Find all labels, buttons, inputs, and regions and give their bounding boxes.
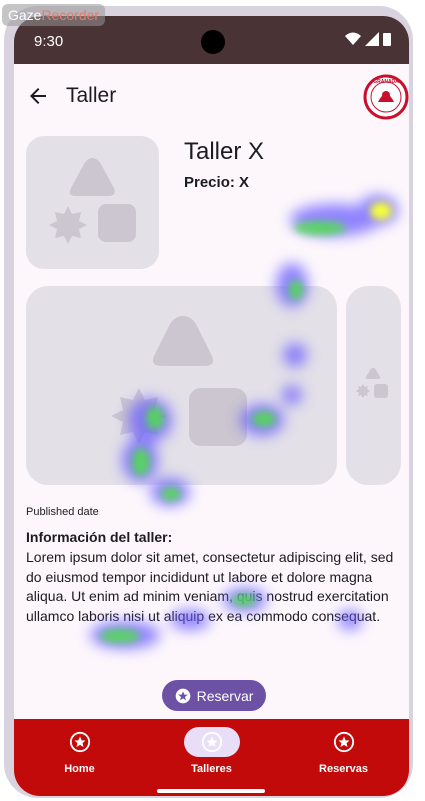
top-app-bar: Taller GRANADA (14, 64, 409, 128)
star-circle-icon (333, 731, 354, 753)
bottom-navigation: Home Talleres Reservas (14, 719, 409, 796)
nav-item-reservas[interactable]: Reservas (278, 719, 409, 796)
status-icons (345, 32, 391, 46)
granada-logo: GRANADA (363, 74, 409, 120)
signal-icon (365, 32, 379, 46)
workshop-name: Taller X (184, 138, 265, 165)
reserve-button-label: Reservar (196, 687, 254, 704)
placeholder-shapes-icon (49, 158, 136, 244)
battery-icon (383, 33, 391, 46)
info-title: Información del taller: (26, 529, 173, 545)
info-body: Lorem ipsum dolor sit amet, consectetur … (26, 549, 394, 624)
workshop-price: Precio: X (184, 174, 250, 191)
camera-cutout (201, 30, 225, 54)
workshop-thumbnail (26, 136, 159, 269)
gaze-recorder-watermark: GazeRecorder (2, 4, 106, 26)
nav-pill-home (52, 727, 108, 757)
nav-pill-talleres (183, 727, 240, 757)
page-title: Taller (66, 84, 117, 107)
image-carousel-item[interactable] (26, 286, 337, 485)
phone-screen: 9:30 Taller GRANADA Taller X Precio: X P… (14, 16, 409, 796)
watermark-part1: Gaze (8, 7, 42, 23)
star-circle-icon (69, 731, 90, 753)
star-circle-icon (175, 688, 190, 703)
reserve-button[interactable]: Reservar (162, 680, 266, 711)
nav-label-reservas: Reservas (319, 763, 368, 775)
svg-text:GRANADA: GRANADA (373, 79, 399, 85)
star-circle-icon (201, 731, 222, 753)
nav-item-talleres[interactable]: Talleres (146, 719, 277, 796)
image-carousel-item-next[interactable] (346, 286, 401, 485)
published-date: Published date (26, 506, 99, 518)
placeholder-shapes-icon (356, 368, 388, 398)
wifi-icon (345, 32, 361, 45)
nav-item-home[interactable]: Home (14, 719, 145, 796)
placeholder-shapes-icon (111, 316, 247, 446)
back-arrow-icon[interactable] (26, 84, 50, 108)
status-time: 9:30 (34, 33, 64, 50)
nav-label-home: Home (64, 763, 95, 775)
nav-label-talleres: Talleres (191, 763, 232, 775)
nav-pill-reservas (316, 727, 372, 757)
watermark-part2: Recorder (41, 7, 100, 23)
gesture-home-bar[interactable] (157, 789, 265, 793)
